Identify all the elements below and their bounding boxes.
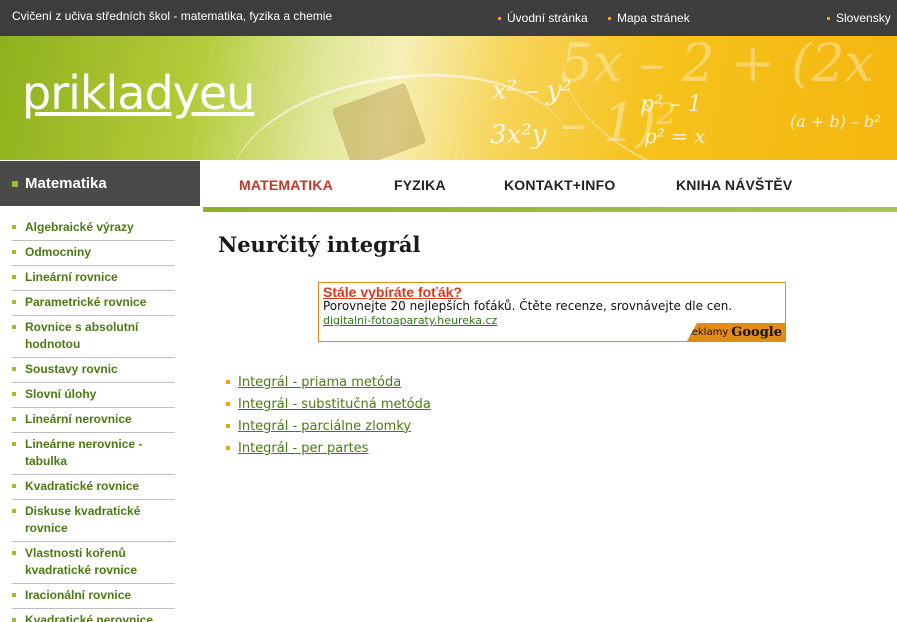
sidebar-item-label: Parametrické rovnice (25, 295, 147, 309)
square-bullet-icon (12, 417, 16, 421)
sidebar-item-label: Odmocniny (25, 245, 92, 259)
square-bullet-icon (12, 367, 16, 371)
home-link[interactable]: Úvodní stránka (498, 11, 588, 25)
square-bullet-icon (12, 442, 16, 446)
banner-formula: p² = x (644, 124, 706, 148)
sidebar-item-label: Lineární nerovnice (25, 412, 132, 426)
section-header: Matematika (0, 161, 200, 206)
ads-by-google-badge[interactable]: Reklamy Google (687, 323, 785, 341)
bullet-icon (608, 16, 611, 20)
sidebar-item-label: Algebraické výrazy (25, 220, 134, 234)
header-banner: 5x – 2 + (2x – 1)² x² – y² 3x²y p² – 1 p… (0, 36, 897, 160)
sidebar-item[interactable]: Algebraické výrazy (12, 216, 175, 241)
list-item: Integrál - substitučná metóda (226, 393, 431, 415)
integral-links-list: Integrál - priama metóda Integrál - subs… (226, 371, 431, 459)
section-title: Matematika (25, 175, 107, 192)
banner-formula: x² – y² (492, 76, 572, 106)
ad-box: Stále vybíráte foťák? Porovnejte 20 nejl… (318, 282, 786, 342)
site-tagline: Cvičení z učiva středních škol - matemat… (12, 9, 333, 23)
square-bullet-icon (226, 446, 230, 450)
home-link-label: Úvodní stránka (507, 11, 588, 25)
ads-badge-label: Reklamy (685, 326, 729, 338)
square-bullet-icon (226, 402, 230, 406)
square-bullet-icon (12, 484, 16, 488)
bullet-icon (827, 16, 830, 20)
square-bullet-icon (12, 300, 16, 304)
banner-formula: 5x – 2 + (2x – 1)² (560, 36, 874, 154)
square-bullet-icon (12, 593, 16, 597)
sidebar-item-label: Kvadratické nerovnice (25, 613, 154, 622)
nav-matematika[interactable]: MATEMATIKA (239, 177, 333, 193)
list-item: Integrál - priama metóda (226, 371, 431, 393)
square-bullet-icon (12, 509, 16, 513)
sidebar-item-label: Rovnice s absolutní hodnotou (25, 320, 139, 351)
square-bullet-icon (12, 180, 18, 187)
ad-title-link[interactable]: Stále vybíráte foťák? (323, 284, 462, 300)
language-link-slovak[interactable]: Slovensky (827, 11, 891, 25)
sidebar-item[interactable]: Soustavy rovnic (12, 358, 175, 383)
sitemap-link-label: Mapa stránek (617, 11, 690, 25)
list-item: Integrál - parciálne zlomky (226, 415, 431, 437)
sidebar-menu: Algebraické výrazy Odmocniny Lineární ro… (12, 216, 175, 622)
sidebar-item[interactable]: Rovnice s absolutní hodnotou (12, 316, 175, 358)
square-bullet-icon (12, 392, 16, 396)
sidebar-item[interactable]: Parametrické rovnice (12, 291, 175, 316)
square-bullet-icon (12, 225, 16, 229)
square-bullet-icon (226, 380, 230, 384)
ad-url-link[interactable]: digitalni-fotoaparaty.heureka.cz (323, 314, 497, 327)
sidebar-item[interactable]: Odmocniny (12, 241, 175, 266)
google-logo: Google (731, 324, 782, 340)
sidebar-item[interactable]: Lineární nerovnice (12, 408, 175, 433)
logo-text: prikladyeu (22, 66, 255, 120)
banner-formula: p² – 1 (640, 92, 702, 117)
main-nav: MATEMATIKA FYZIKA KONTAKT+INFO KNIHA NÁV… (203, 161, 897, 207)
nav-fyzika[interactable]: FYZIKA (394, 177, 446, 193)
integral-link[interactable]: Integrál - parciálne zlomky (238, 419, 411, 434)
integral-link[interactable]: Integrál - substitučná metóda (238, 397, 431, 412)
sidebar-item-label: Slovní úlohy (25, 387, 97, 401)
language-link-label: Slovensky (836, 11, 891, 25)
list-item: Integrál - per partes (226, 437, 431, 459)
page-title: Neurčitý integrál (218, 232, 421, 257)
banner-formula: 3x²y (490, 120, 547, 150)
sidebar-item[interactable]: Diskuse kvadratické rovnice (12, 500, 175, 542)
square-bullet-icon (12, 325, 16, 329)
sidebar-item-label: Soustavy rovnic (25, 362, 118, 376)
sidebar-item-label: Kvadratické rovnice (25, 479, 140, 493)
sidebar-item[interactable]: Lineární rovnice (12, 266, 175, 291)
square-bullet-icon (12, 275, 16, 279)
nav-kontakt-info[interactable]: KONTAKT+INFO (504, 177, 615, 193)
integral-link[interactable]: Integrál - priama metóda (238, 375, 401, 390)
nav-kniha-navstev[interactable]: KNIHA NÁVŠTĚV (676, 177, 792, 193)
square-bullet-icon (12, 250, 16, 254)
nav-underline-divider (203, 207, 897, 212)
bullet-icon (498, 16, 501, 20)
square-bullet-icon (12, 551, 16, 555)
banner-formula: (a + b) – b² (790, 112, 881, 131)
sidebar-item[interactable]: Lineárne nerovnice - tabulka (12, 433, 175, 475)
ad-description: Porovnejte 20 nejlepších foťáků. Čtěte r… (323, 299, 733, 313)
sidebar-item[interactable]: Kvadratické rovnice (12, 475, 175, 500)
sidebar-item-label: Iracionální rovnice (25, 588, 132, 602)
top-bar: Cvičení z učiva středních škol - matemat… (0, 0, 897, 36)
sidebar-item[interactable]: Kvadratické nerovnice (12, 609, 175, 622)
sidebar-item[interactable]: Slovní úlohy (12, 383, 175, 408)
sidebar-item-label: Lineární rovnice (25, 270, 118, 284)
sidebar-item[interactable]: Iracionální rovnice (12, 584, 175, 609)
sidebar-item-label: Diskuse kvadratické rovnice (25, 504, 141, 535)
sidebar-item-label: Vlastnosti kořenů kvadratické rovnice (25, 546, 138, 577)
sidebar-item[interactable]: Vlastnosti kořenů kvadratické rovnice (12, 542, 175, 584)
sidebar-item-label: Lineárne nerovnice - tabulka (25, 437, 143, 468)
square-bullet-icon (226, 424, 230, 428)
site-logo[interactable]: prikladyeu (22, 66, 255, 120)
integral-link[interactable]: Integrál - per partes (238, 441, 368, 456)
sitemap-link[interactable]: Mapa stránek (608, 11, 690, 25)
square-bullet-icon (12, 618, 16, 622)
